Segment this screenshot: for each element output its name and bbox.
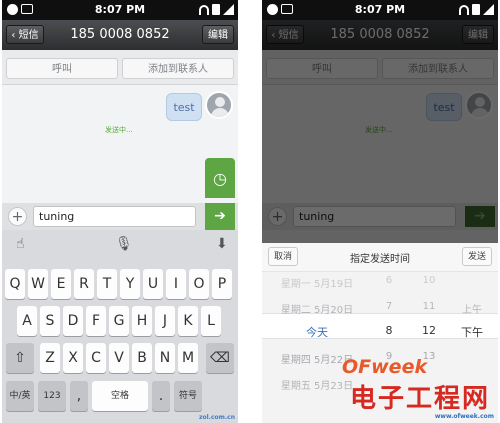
key-v[interactable]: V <box>109 343 129 373</box>
clock-icon: ◷ <box>213 169 227 188</box>
key-w[interactable]: W <box>28 269 48 299</box>
period-key[interactable]: . <box>152 381 170 411</box>
key-d[interactable]: D <box>63 306 83 336</box>
key-l[interactable]: L <box>201 306 221 336</box>
dim-overlay[interactable] <box>262 20 498 243</box>
key-r[interactable]: R <box>74 269 94 299</box>
key-i[interactable]: I <box>166 269 186 299</box>
picker-send-button[interactable]: 发送 <box>462 247 492 266</box>
symbols-key[interactable]: 符号 <box>174 381 202 411</box>
shift-key[interactable]: ⇧ <box>6 343 34 373</box>
signal-icon <box>223 4 234 15</box>
date-option[interactable]: 星期一 5月19日 <box>262 275 372 290</box>
edit-button[interactable]: 编辑 <box>202 25 234 44</box>
key-u[interactable]: U <box>143 269 163 299</box>
date-option[interactable]: 星期二 5月20日 <box>262 301 372 316</box>
contact-actions: 呼叫 添加到联系人 <box>2 50 238 85</box>
status-bar: 8:07 PM <box>262 0 498 20</box>
signal-icon <box>483 4 494 15</box>
comma-key[interactable]: , <box>70 381 88 411</box>
microphone-icon[interactable]: 🎙 <box>115 236 133 252</box>
key-p[interactable]: P <box>212 269 232 299</box>
period-option-selected[interactable]: 下午 <box>452 324 492 340</box>
minute-option-selected[interactable]: 12 <box>414 324 444 337</box>
status-bar: 8:07 PM <box>2 0 238 20</box>
battery-icon <box>212 4 220 15</box>
keyboard: ☝ 🎙 ⬇ QWERTYUIOP ASDFGHJKL ⇧ ⌫ ZXCVBNM 中… <box>2 230 238 423</box>
key-b[interactable]: B <box>132 343 152 373</box>
ofweek-url-watermark: www.ofweek.com <box>434 413 494 420</box>
key-q[interactable]: Q <box>5 269 25 299</box>
minute-option[interactable]: 11 <box>414 301 444 312</box>
key-c[interactable]: C <box>86 343 106 373</box>
message-input[interactable]: tuning <box>33 206 196 227</box>
key-a[interactable]: A <box>17 306 37 336</box>
key-h[interactable]: H <box>132 306 152 336</box>
key-j[interactable]: J <box>155 306 175 336</box>
hand-icon[interactable]: ☝ <box>16 236 25 252</box>
picker-header: 取消 指定发送时间 发送 <box>262 243 498 272</box>
composer-bar: + tuning ➔ <box>2 203 238 230</box>
ofweek-watermark: OFweek <box>342 356 428 378</box>
key-e[interactable]: E <box>51 269 71 299</box>
hour-option[interactable]: 7 <box>374 301 404 312</box>
keyboard-toolbar: ☝ 🎙 ⬇ <box>2 230 238 260</box>
message-bubble[interactable]: test <box>166 93 202 121</box>
phone-screen-compose: 8:07 PM ‹ 短信 185 0008 0852 编辑 呼叫 添加到联系人 … <box>2 0 238 423</box>
key-z[interactable]: Z <box>40 343 60 373</box>
space-key[interactable]: 空格 <box>92 381 148 411</box>
key-y[interactable]: Y <box>120 269 140 299</box>
date-option-selected[interactable]: 今天 <box>262 324 372 340</box>
send-button[interactable]: ➔ <box>205 203 235 230</box>
arrow-right-icon: ➔ <box>214 208 226 224</box>
backspace-key[interactable]: ⌫ <box>206 343 234 373</box>
key-x[interactable]: X <box>63 343 83 373</box>
cn-site-watermark: 电子工程网 <box>350 384 491 414</box>
hour-option[interactable]: 6 <box>374 275 404 286</box>
key-g[interactable]: G <box>109 306 129 336</box>
sending-status: 发送中... <box>105 126 133 134</box>
period-option[interactable]: 上午 <box>452 301 492 316</box>
numbers-key[interactable]: 123 <box>38 381 66 411</box>
key-o[interactable]: O <box>189 269 209 299</box>
wifi-icon <box>459 4 469 15</box>
attach-plus-button[interactable]: + <box>8 207 27 226</box>
wifi-icon <box>199 4 209 15</box>
key-s[interactable]: S <box>40 306 60 336</box>
key-t[interactable]: T <box>97 269 117 299</box>
key-f[interactable]: F <box>86 306 106 336</box>
language-switch-key[interactable]: 中/英 <box>6 381 34 411</box>
minute-option[interactable]: 10 <box>414 275 444 286</box>
avatar <box>205 91 233 119</box>
key-k[interactable]: K <box>178 306 198 336</box>
zol-watermark: zol.com.cn <box>199 414 235 421</box>
add-to-contacts-button[interactable]: 添加到联系人 <box>122 58 234 79</box>
conversation-area: test 发送中... <box>2 85 238 203</box>
key-m[interactable]: M <box>178 343 198 373</box>
hide-keyboard-icon[interactable]: ⬇ <box>216 236 228 252</box>
title-bar: ‹ 短信 185 0008 0852 编辑 <box>2 20 238 50</box>
schedule-send-button[interactable]: ◷ <box>205 158 235 198</box>
call-button[interactable]: 呼叫 <box>6 58 118 79</box>
key-n[interactable]: N <box>155 343 175 373</box>
battery-icon <box>472 4 480 15</box>
hour-option-selected[interactable]: 8 <box>374 324 404 337</box>
